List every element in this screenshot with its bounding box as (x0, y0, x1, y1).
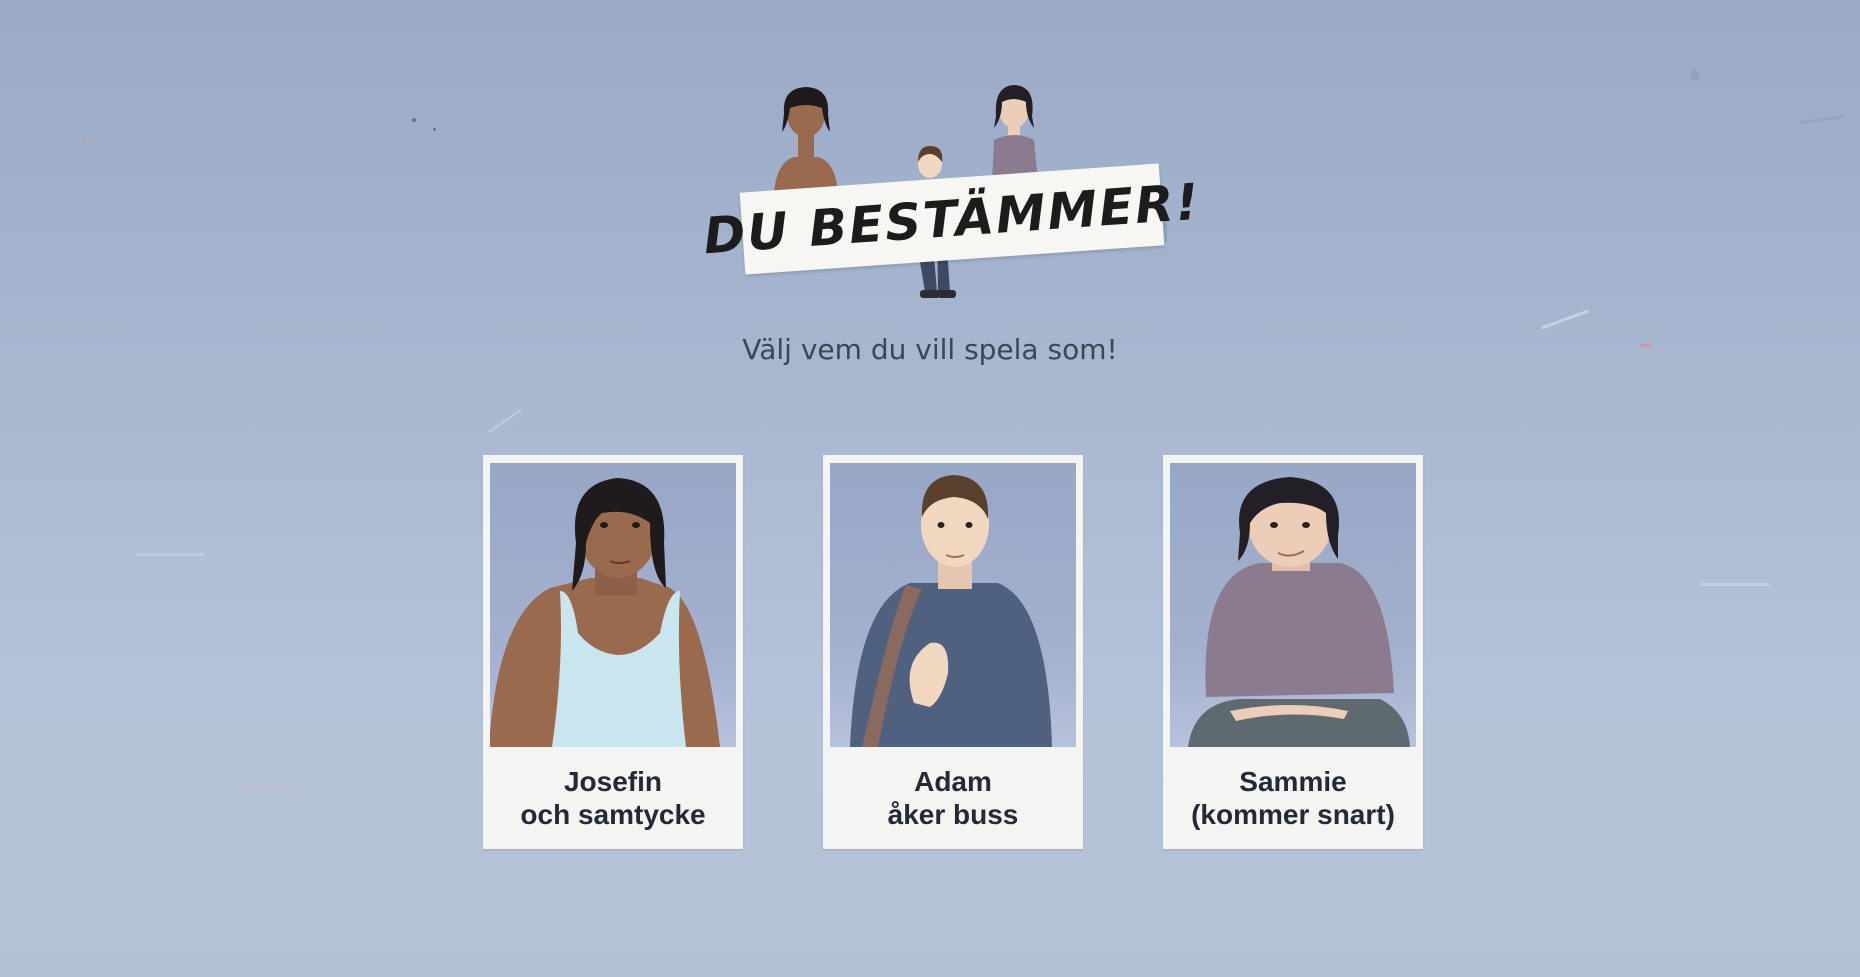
josefin-label: Josefin och samtycke (483, 765, 743, 831)
josefin-description: och samtycke (520, 799, 706, 830)
background-speck (433, 128, 436, 131)
character-card-adam[interactable]: Adam åker buss (823, 455, 1083, 849)
sammie-label: Sammie (kommer snart) (1163, 765, 1423, 831)
adam-name: Adam (914, 766, 992, 797)
sammie-description: (kommer snart) (1191, 799, 1395, 830)
background-speck (1800, 114, 1845, 125)
background-speck (412, 118, 416, 122)
page-subtitle: Välj vem du vill spela som! (742, 333, 1118, 366)
josefin-portrait (490, 463, 736, 747)
background-speck (488, 408, 522, 434)
sammie-portrait (1170, 463, 1416, 747)
adam-description: åker buss (887, 799, 1019, 830)
background-speck (60, 135, 63, 138)
background-speck (1700, 583, 1770, 586)
adam-portrait (830, 463, 1076, 747)
background-speck (1690, 70, 1700, 80)
adam-label: Adam åker buss (823, 765, 1083, 831)
background-speck (135, 553, 205, 556)
sammie-name: Sammie (1239, 766, 1347, 797)
background-speck (82, 140, 85, 143)
josefin-name: Josefin (563, 766, 663, 797)
background-speck (1540, 309, 1590, 330)
character-card-sammie[interactable]: Sammie (kommer snart) (1163, 455, 1423, 849)
character-card-josefin[interactable]: Josefin och samtycke (483, 455, 743, 849)
background-speck (240, 787, 295, 790)
